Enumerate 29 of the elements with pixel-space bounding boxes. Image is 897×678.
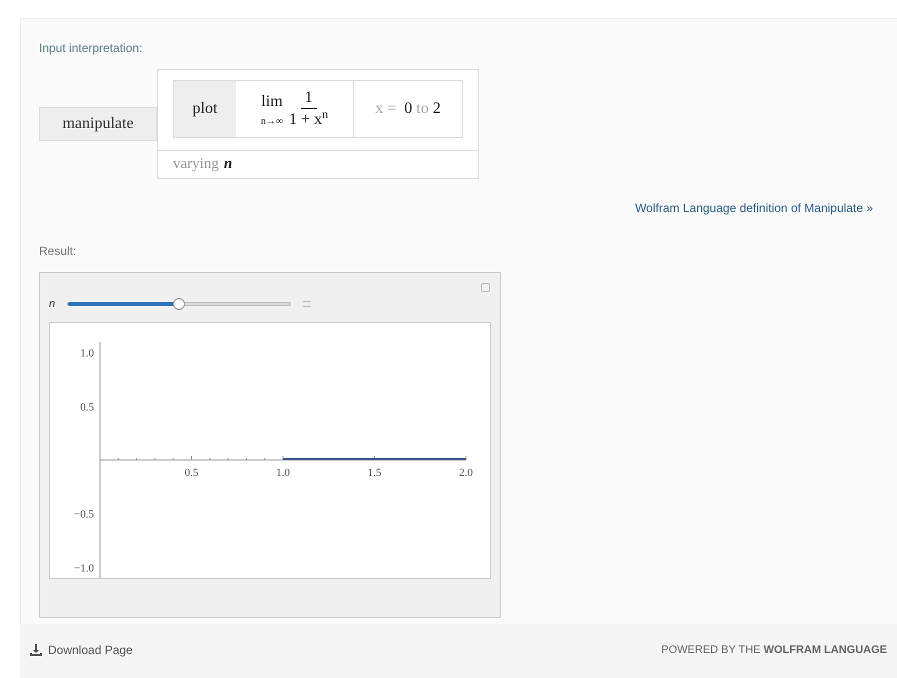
expand-icon[interactable] xyxy=(303,301,312,307)
plot-label: plot xyxy=(174,81,236,137)
download-link[interactable]: Download Page xyxy=(30,641,133,659)
fraction-denominator: 1 + x$^{n}$ xyxy=(289,108,328,130)
limit-operator: lim xyxy=(261,92,283,112)
y-tick-label: 0.5 xyxy=(80,401,94,414)
slider-thumb[interactable] xyxy=(173,298,186,310)
definition-link[interactable]: Wolfram Language definition of Manipulate » xyxy=(635,199,873,217)
x-tick-label: 2.0 xyxy=(459,467,473,479)
function-label: manipulate xyxy=(39,107,157,141)
y-tick-label: −1.0 xyxy=(74,562,94,574)
range-text: to xyxy=(416,99,429,119)
range-text: 2 xyxy=(432,99,441,119)
range-text: x = xyxy=(375,99,398,119)
y-tick-label: 1.0 xyxy=(80,348,94,360)
y-tick-label: −0.5 xyxy=(74,508,94,521)
x-tick-label: 1.0 xyxy=(276,467,290,479)
powered-by-text: POWERED BY THE WOLFRAM LANGUAGE xyxy=(661,642,887,658)
slider-label: n xyxy=(49,296,56,312)
pod-title: Input interpretation: xyxy=(39,40,142,57)
varying-label: varying xyxy=(173,155,219,174)
fraction-numerator: 1 xyxy=(300,88,317,108)
pod-title: Result: xyxy=(39,243,76,260)
limit-subscript: n→∞ xyxy=(260,114,284,128)
download-icon xyxy=(30,644,42,656)
varying-variable: n xyxy=(224,155,232,174)
range-text: 0 xyxy=(404,99,412,119)
x-tick-label: 1.5 xyxy=(368,467,382,479)
x-tick-label: 0.5 xyxy=(184,467,198,479)
